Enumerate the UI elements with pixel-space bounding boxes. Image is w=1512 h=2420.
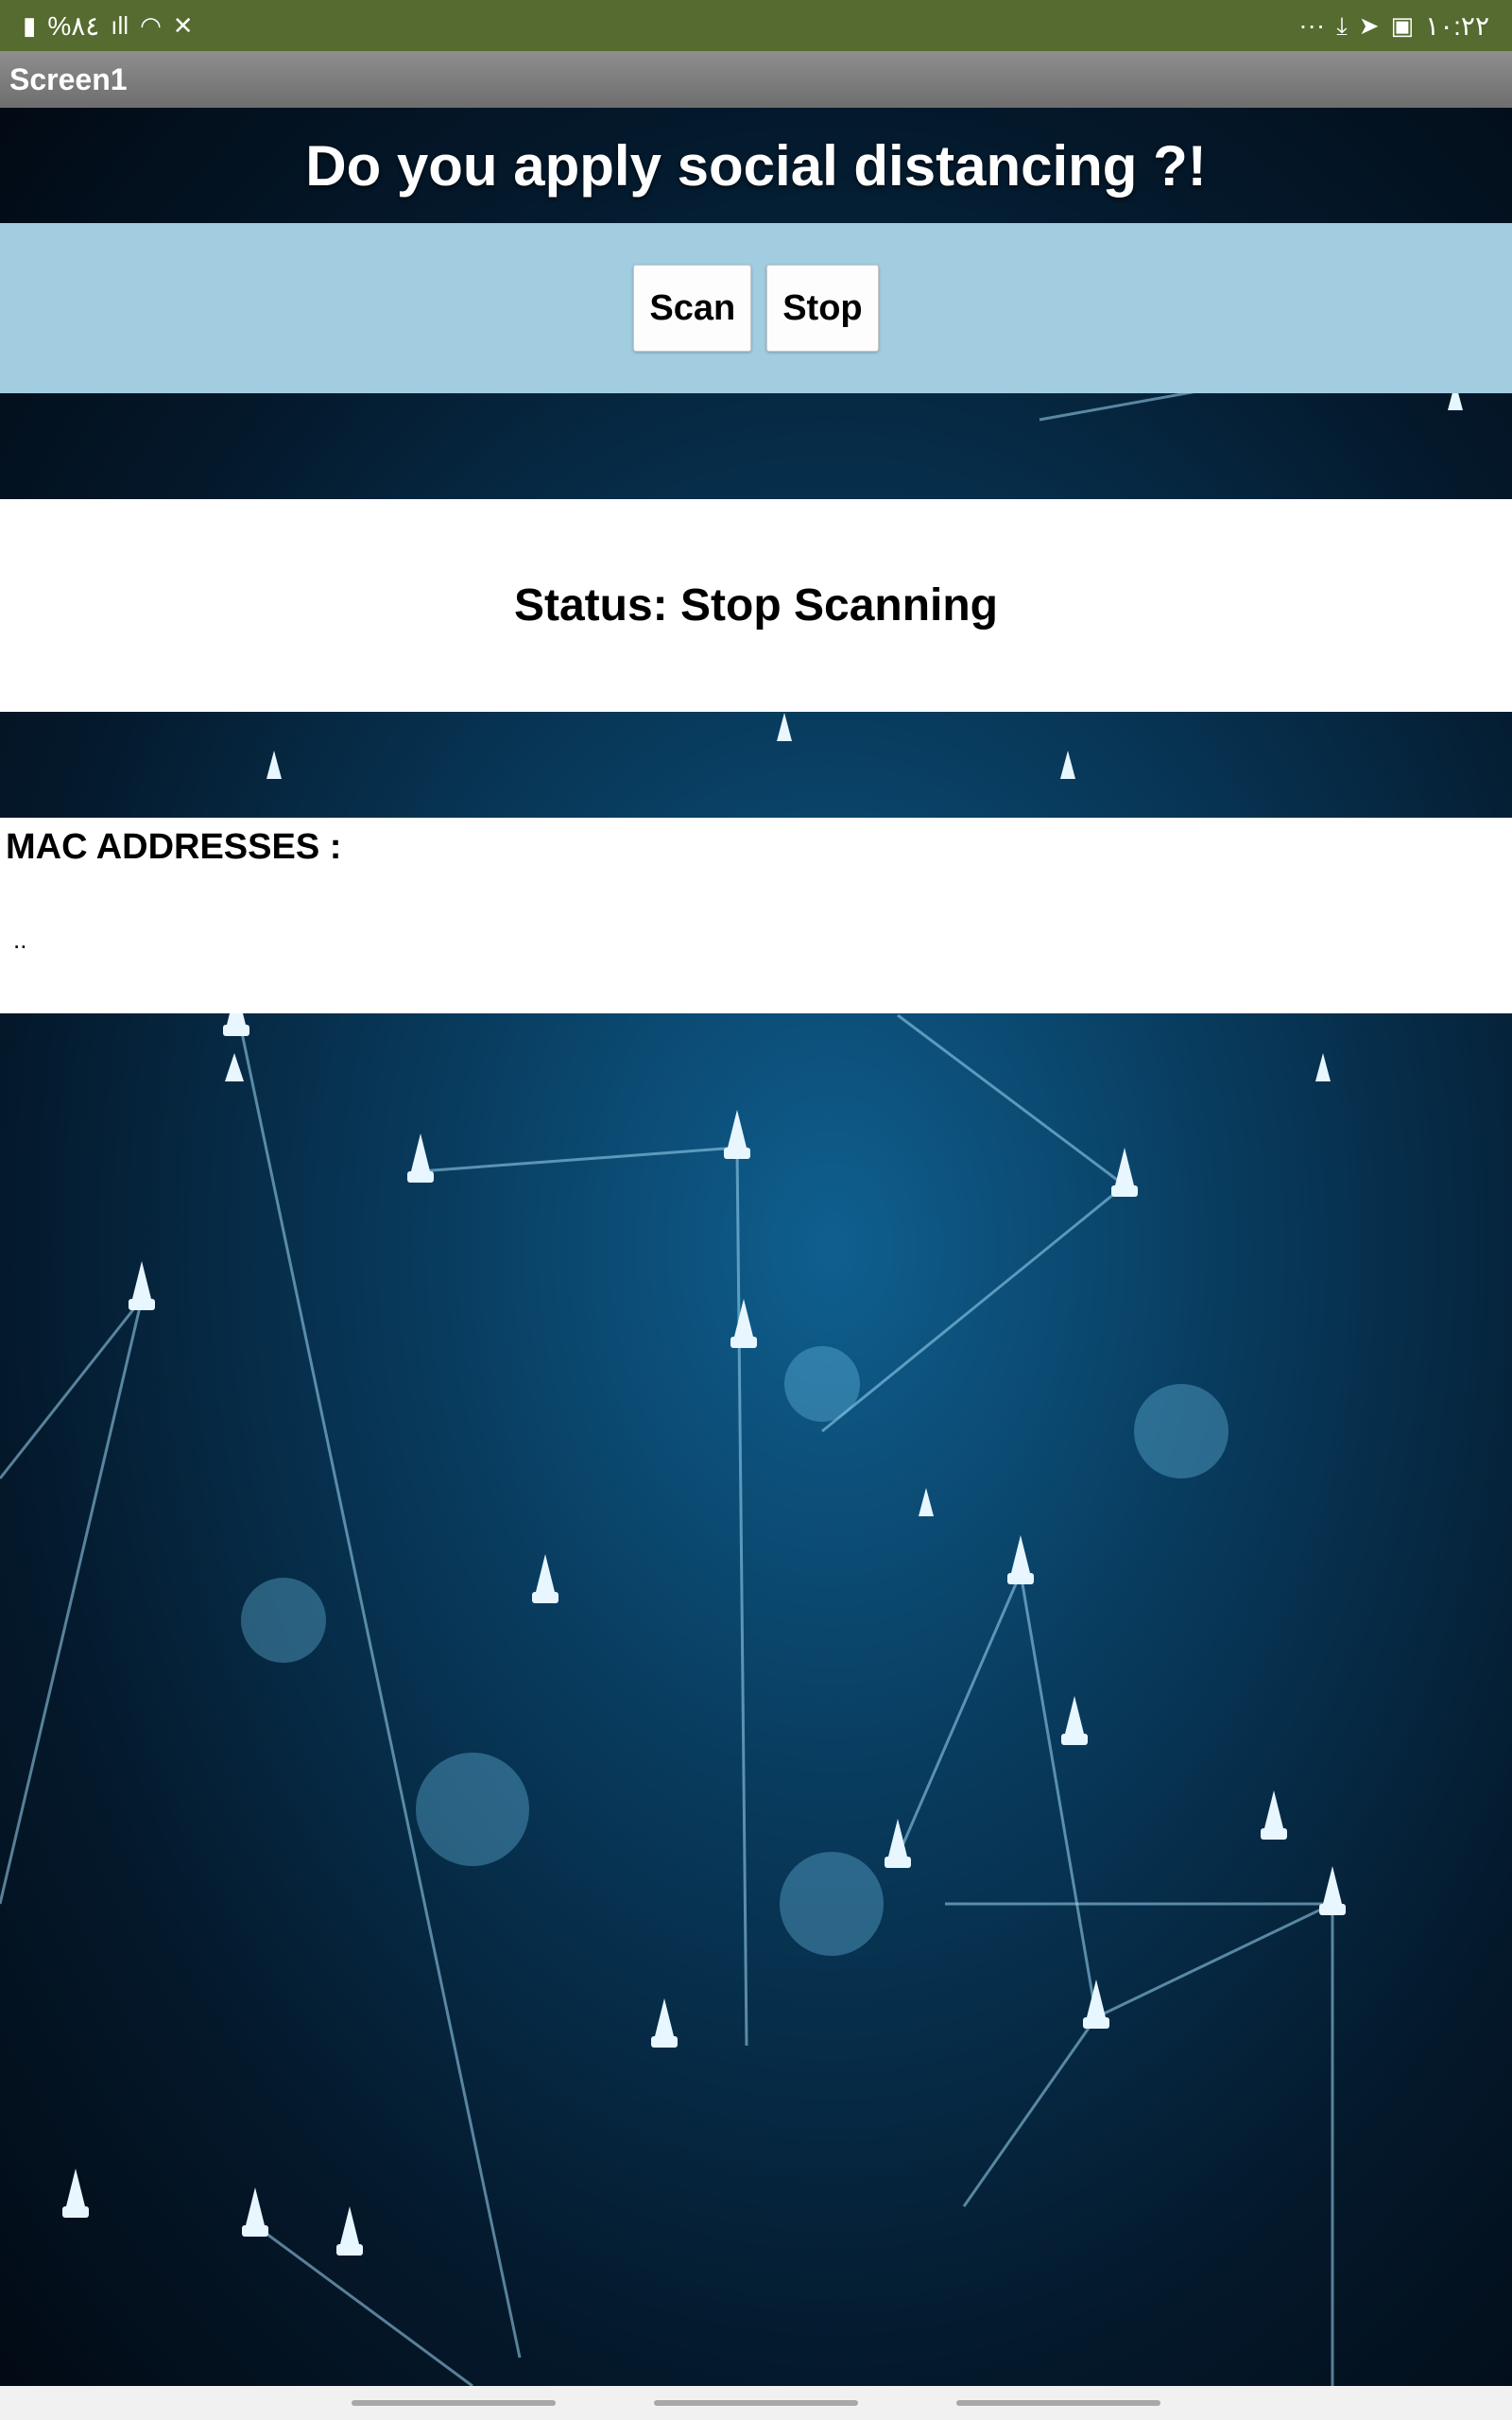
telegram-icon: ➤: [1358, 11, 1380, 40]
mute-icon: ✕: [172, 11, 194, 40]
nav-back-button[interactable]: [956, 2400, 1160, 2406]
screen-title: Screen1: [9, 61, 128, 96]
status-panel: Status: Stop Scanning: [0, 499, 1512, 712]
download-icon: ⤓: [1336, 11, 1348, 40]
mac-address-panel: MAC ADDRESSES : ..: [0, 818, 1512, 1013]
mac-addresses-title: MAC ADDRESSES :: [6, 827, 342, 867]
network-background-image: [0, 108, 1512, 2386]
app-title-bar: Screen1: [0, 51, 1512, 108]
scan-status-label: Status: Stop Scanning: [513, 580, 998, 631]
app-headline: Do you apply social distancing ?!: [305, 133, 1207, 198]
system-status-bar: ▮ %٨٤ ıll ◠ ✕ ··· ⤓ ➤ ▣ ١٠:٢٢: [0, 0, 1512, 51]
scan-controls: Scan Stop: [0, 223, 1512, 393]
status-left-group: ▮ %٨٤ ıll ◠ ✕: [23, 10, 194, 42]
battery-charging-icon: ▮: [23, 11, 37, 40]
signal-strength-icon: ıll: [111, 11, 129, 40]
mac-address-list: ..: [13, 925, 27, 954]
nav-recents-button[interactable]: [352, 2400, 556, 2406]
clock: ١٠:٢٢: [1425, 10, 1489, 41]
image-notification-icon: ▣: [1390, 11, 1415, 40]
battery-percentage: %٨٤: [47, 10, 100, 41]
more-notifications-icon: ···: [1298, 10, 1326, 40]
network-illustration: [0, 248, 1512, 2386]
scan-button[interactable]: Scan: [633, 265, 752, 352]
status-right-group: ··· ⤓ ➤ ▣ ١٠:٢٢: [1298, 10, 1489, 42]
navigation-bar: [0, 2386, 1512, 2420]
stop-button[interactable]: Stop: [766, 265, 879, 352]
nav-home-button[interactable]: [654, 2400, 858, 2406]
wifi-icon: ◠: [140, 11, 162, 40]
